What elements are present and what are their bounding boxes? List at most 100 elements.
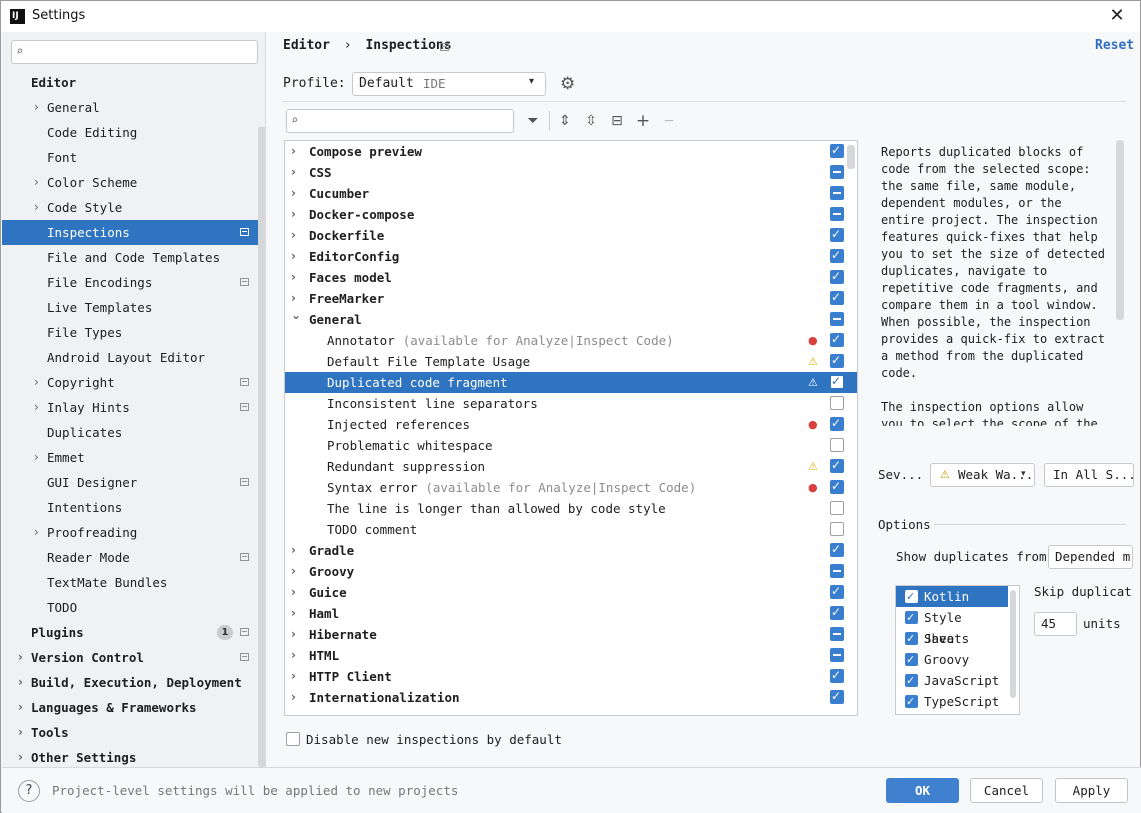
filter-icon[interactable]: ⏷ (523, 111, 543, 131)
chevron-right-icon[interactable]: › (34, 520, 39, 545)
sidebar-item-textmate-bundles[interactable]: TextMate Bundles (2, 570, 266, 595)
inspection-group-row[interactable]: › Guice (285, 581, 857, 603)
inspection-group-row[interactable]: › Hibernate (285, 624, 857, 645)
reset-link[interactable]: Reset (1095, 38, 1134, 53)
sidebar-item-live-templates[interactable]: Live Templates (2, 295, 266, 320)
inspection-checkbox[interactable] (830, 648, 844, 662)
inspection-row[interactable]: Annotator (available for Analyze|Inspect … (285, 329, 857, 351)
inspection-checkbox[interactable] (830, 602, 844, 623)
sidebar-scrollbar[interactable] (258, 127, 266, 767)
skip-units-input[interactable]: 45 (1034, 612, 1077, 636)
inspection-checkbox[interactable] (830, 312, 844, 326)
inspection-group-row[interactable]: › Dockerfile (285, 224, 857, 246)
inspection-group-row[interactable]: › Groovy (285, 561, 857, 582)
inspection-row[interactable]: Problematic whitespace (285, 435, 857, 456)
inspection-checkbox[interactable] (830, 266, 844, 287)
language-checkbox[interactable] (905, 670, 918, 691)
sidebar-item-color-scheme[interactable]: › Color Scheme (2, 170, 266, 195)
sidebar-item-build-execution-deployment[interactable]: › Build, Execution, Deployment (2, 670, 266, 695)
inspection-checkbox[interactable] (830, 627, 844, 641)
sidebar-item-code-editing[interactable]: Code Editing (2, 120, 266, 145)
chevron-right-icon[interactable]: › (34, 445, 39, 470)
language-item[interactable]: TypeScript (896, 691, 1008, 712)
ok-button[interactable]: OK (886, 778, 959, 803)
sidebar-item-file-encodings[interactable]: File Encodings (2, 270, 266, 295)
sidebar-item-gui-designer[interactable]: GUI Designer (2, 470, 266, 495)
chevron-right-icon[interactable]: › (291, 246, 296, 267)
inspection-checkbox[interactable] (830, 476, 844, 497)
chevron-right-icon[interactable]: › (18, 695, 23, 720)
expand-all-icon[interactable]: ⇕ (555, 111, 575, 131)
inspection-row[interactable]: TODO comment (285, 519, 857, 540)
languages-scrollbar[interactable] (1010, 590, 1016, 698)
inspection-checkbox[interactable] (830, 141, 844, 161)
help-button[interactable]: ? (18, 780, 40, 802)
sidebar-search-input[interactable]: ⌕ (11, 40, 258, 64)
inspection-checkbox[interactable] (830, 686, 844, 707)
language-item[interactable]: Groovy (896, 649, 1008, 670)
breadcrumb-editor[interactable]: Editor (283, 38, 330, 53)
inspection-checkbox[interactable] (830, 207, 844, 221)
chevron-right-icon[interactable]: › (291, 225, 296, 246)
chevron-right-icon[interactable]: › (291, 162, 296, 183)
sidebar-item-plugins[interactable]: Plugins 1 (2, 620, 266, 645)
inspection-checkbox[interactable] (830, 245, 844, 266)
chevron-right-icon[interactable]: › (34, 95, 39, 120)
chevron-right-icon[interactable]: › (291, 540, 296, 561)
inspection-group-row[interactable]: ⌄ General (285, 308, 857, 330)
inspection-checkbox[interactable] (830, 522, 844, 536)
language-checkbox[interactable] (905, 628, 918, 649)
close-window-button[interactable]: ✕ (1105, 5, 1129, 29)
chevron-right-icon[interactable]: › (34, 170, 39, 195)
inspection-group-row[interactable]: › HTTP Client (285, 665, 857, 687)
inspection-checkbox[interactable] (830, 371, 844, 392)
chevron-right-icon[interactable]: › (18, 720, 23, 745)
sidebar-item-editor[interactable]: Editor (2, 70, 266, 95)
inspection-row[interactable]: Redundant suppression ⚠ (285, 455, 857, 477)
sidebar-item-general[interactable]: › General (2, 95, 266, 120)
inspection-checkbox[interactable] (830, 413, 844, 434)
chevron-right-icon[interactable]: › (18, 645, 23, 670)
language-item[interactable]: Kotlin (896, 586, 1008, 607)
apply-button[interactable]: Apply (1055, 778, 1128, 803)
language-checkbox[interactable] (905, 691, 918, 712)
inspection-group-row[interactable]: › HTML (285, 645, 857, 666)
chevron-right-icon[interactable]: › (291, 624, 296, 645)
chevron-right-icon[interactable]: › (291, 141, 296, 162)
sidebar-item-version-control[interactable]: › Version Control (2, 645, 266, 670)
inspection-checkbox[interactable] (830, 287, 844, 308)
chevron-right-icon[interactable]: › (34, 195, 39, 220)
chevron-right-icon[interactable]: › (291, 687, 296, 708)
language-checkbox[interactable] (905, 607, 918, 628)
profile-dropdown[interactable]: Default IDE ▾ (352, 72, 546, 96)
chevron-right-icon[interactable]: › (291, 603, 296, 624)
sidebar-item-copyright[interactable]: › Copyright (2, 370, 266, 395)
inspection-row[interactable]: Inconsistent line separators (285, 393, 857, 414)
collapse-all-icon[interactable]: ⇳ (581, 111, 601, 131)
inspection-checkbox[interactable] (830, 165, 844, 179)
inspection-checkbox[interactable] (830, 350, 844, 371)
inspection-group-row[interactable]: › FreeMarker (285, 287, 857, 309)
sidebar-item-inspections[interactable]: Inspections (2, 220, 266, 245)
sidebar-item-file-types[interactable]: File Types (2, 320, 266, 345)
inspection-checkbox[interactable] (830, 564, 844, 578)
chevron-right-icon[interactable]: › (291, 561, 296, 582)
language-item[interactable]: JavaScript (896, 670, 1008, 691)
language-item[interactable]: Style Sheets (896, 607, 1008, 646)
inspection-group-row[interactable]: › Cucumber (285, 183, 857, 204)
description-scrollbar[interactable] (1116, 140, 1124, 320)
sidebar-item-emmet[interactable]: › Emmet (2, 445, 266, 470)
inspection-checkbox[interactable] (830, 665, 844, 686)
sidebar-item-proofreading[interactable]: › Proofreading (2, 520, 266, 545)
sidebar-item-code-style[interactable]: › Code Style (2, 195, 266, 220)
inspection-row[interactable]: Injected references ● (285, 413, 857, 435)
inspection-checkbox[interactable] (830, 539, 844, 560)
language-checkbox[interactable] (905, 649, 918, 670)
chevron-right-icon[interactable]: › (34, 395, 39, 420)
sidebar-item-font[interactable]: Font (2, 145, 266, 170)
sidebar-item-intentions[interactable]: Intentions (2, 495, 266, 520)
inspection-checkbox[interactable] (830, 455, 844, 476)
sidebar-item-languages-frameworks[interactable]: › Languages & Frameworks (2, 695, 266, 720)
scope-dropdown[interactable]: In All S... (1044, 463, 1134, 487)
chevron-right-icon[interactable]: › (291, 582, 296, 603)
